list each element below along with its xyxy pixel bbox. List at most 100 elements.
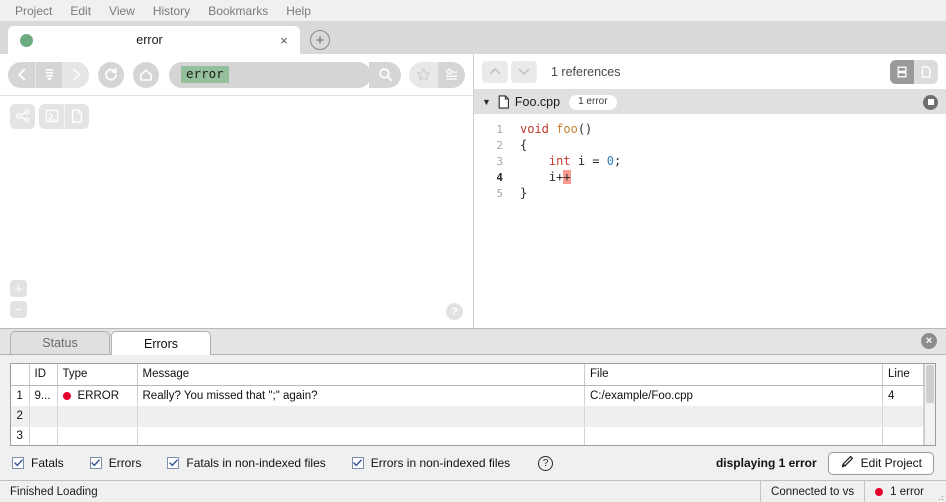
reference-nav <box>482 60 537 83</box>
table-row[interactable]: 3 <box>11 426 924 445</box>
view-mode-toggle <box>890 59 938 84</box>
checkbox-errors-non-indexed[interactable] <box>351 457 364 469</box>
checkbox-errors[interactable] <box>89 457 102 469</box>
filter-label: Fatals <box>31 456 64 470</box>
snapshot-icon[interactable] <box>64 103 89 129</box>
edit-project-label: Edit Project <box>860 456 922 470</box>
status-error-label: 1 error <box>890 485 924 498</box>
triangle-down-icon[interactable]: ▼ <box>482 97 491 107</box>
code-editor[interactable]: 1 void foo() 2 { 3 int i = 0; 4 i++ 5} <box>474 114 946 328</box>
pencil-icon <box>840 455 854 472</box>
column-header-file[interactable]: File <box>584 364 883 386</box>
row-index-header <box>11 364 30 386</box>
bookmark-list-button[interactable] <box>437 61 465 88</box>
code-line: 1 void foo() <box>474 121 946 137</box>
table-header-row: ID Type Message File Line <box>11 364 924 386</box>
menu-item-help[interactable]: Help <box>277 0 320 22</box>
tab-bar: error × + <box>0 22 946 54</box>
dock-close-button[interactable]: × <box>921 333 937 349</box>
graph-tool-pair <box>39 103 89 129</box>
graph-pane: error + − ? <box>0 54 474 328</box>
tab-status[interactable]: Status <box>10 331 110 354</box>
tab-errors[interactable]: Errors <box>111 331 211 355</box>
cell-type: ERROR <box>57 385 138 407</box>
split-view-icon[interactable] <box>890 59 914 84</box>
cell-file <box>584 426 883 445</box>
filter-label: Errors in non-indexed files <box>370 456 511 470</box>
edit-project-button[interactable]: Edit Project <box>827 451 934 475</box>
file-header[interactable]: ▼ Foo.cpp 1 error <box>474 90 946 114</box>
history-dropdown-button[interactable] <box>35 61 62 88</box>
search-button[interactable] <box>369 61 401 88</box>
graph-canvas[interactable]: + − ? <box>0 136 473 328</box>
cell-file <box>584 406 883 427</box>
refresh-button[interactable] <box>98 61 124 88</box>
history-nav-group <box>8 61 89 88</box>
tab-title: error <box>136 33 163 47</box>
filter-errors-non-indexed[interactable]: Errors in non-indexed files <box>351 456 511 470</box>
menu-item-bookmarks[interactable]: Bookmarks <box>199 0 277 22</box>
code-toolbar: 1 references <box>474 54 946 90</box>
status-error-dot-icon <box>875 487 884 496</box>
column-header-message[interactable]: Message <box>137 364 585 386</box>
file-name: Foo.cpp <box>514 95 561 109</box>
line-number: 2 <box>496 138 503 152</box>
menu-item-project[interactable]: Project <box>6 0 61 22</box>
table-row[interactable]: 2 <box>11 406 924 427</box>
bottom-dock: Status Errors × ID Type Message File Lin… <box>0 328 946 480</box>
dock-tab-bar: Status Errors × <box>0 329 946 355</box>
search-input[interactable]: error <box>169 61 371 88</box>
filters-help-icon[interactable]: ? <box>538 455 554 471</box>
single-file-icon[interactable] <box>914 59 938 84</box>
column-header-type[interactable]: Type <box>57 364 138 386</box>
table-row[interactable]: 1 9... ERROR Really? You missed that ";"… <box>11 385 924 407</box>
checkbox-fatals[interactable] <box>12 457 24 469</box>
column-header-line[interactable]: Line <box>882 364 924 386</box>
line-number: 1 <box>496 122 503 136</box>
code-pane: 1 references ▼ Foo.cpp 1 error 1 void fo… <box>474 54 946 328</box>
checkbox-fatals-non-indexed[interactable] <box>167 457 180 469</box>
menu-bar: Project Edit View History Bookmarks Help <box>0 0 946 22</box>
menu-item-edit[interactable]: Edit <box>61 0 100 22</box>
bookmark-star-button[interactable] <box>409 61 437 88</box>
tab-close-icon[interactable]: × <box>276 32 292 48</box>
graph-help-icon[interactable]: ? <box>446 303 463 320</box>
code-line: 5 } <box>474 185 946 201</box>
prev-reference-button[interactable] <box>482 60 508 83</box>
application-window: Project Edit View History Bookmarks Help… <box>0 0 946 502</box>
resize-grip-icon[interactable] <box>934 481 946 502</box>
menu-item-view[interactable]: View <box>100 0 144 22</box>
filter-errors[interactable]: Errors <box>89 456 141 470</box>
file-document-icon <box>498 95 510 109</box>
filter-fatals-non-indexed[interactable]: Fatals in non-indexed files <box>167 456 326 470</box>
maximize-icon[interactable] <box>923 94 938 110</box>
filter-fatals[interactable]: Fatals <box>12 456 64 470</box>
file-error-badge: 1 error <box>569 94 617 110</box>
menu-item-history[interactable]: History <box>144 0 199 22</box>
cell-type-label: ERROR <box>77 389 120 402</box>
code-text: void foo() <box>520 122 593 136</box>
error-count-status[interactable]: 1 error <box>864 480 934 502</box>
table-scrollbar[interactable] <box>924 364 935 445</box>
home-button[interactable] <box>133 61 159 88</box>
zoom-in-button[interactable]: + <box>10 280 27 297</box>
graph-view-icon[interactable] <box>10 103 35 129</box>
cell-type <box>57 406 138 427</box>
zoom-controls: + − <box>10 280 27 318</box>
row-index: 2 <box>11 406 30 427</box>
connection-status[interactable]: Connected to vs <box>760 480 864 502</box>
zoom-out-button[interactable]: − <box>10 301 27 318</box>
row-index: 1 <box>11 385 30 407</box>
cell-id <box>29 426 58 445</box>
export-icon[interactable] <box>39 103 64 129</box>
column-header-id[interactable]: ID <box>29 364 58 386</box>
forward-button[interactable] <box>62 61 89 88</box>
new-tab-button[interactable]: + <box>310 30 330 50</box>
back-button[interactable] <box>8 62 35 88</box>
code-text: int i = 0; <box>548 154 622 168</box>
line-number: 3 <box>496 154 503 168</box>
cell-file: C:/example/Foo.cpp <box>584 385 883 407</box>
next-reference-button[interactable] <box>511 60 537 83</box>
tab-error[interactable]: error × <box>8 26 300 54</box>
search-token[interactable]: error <box>181 65 229 84</box>
